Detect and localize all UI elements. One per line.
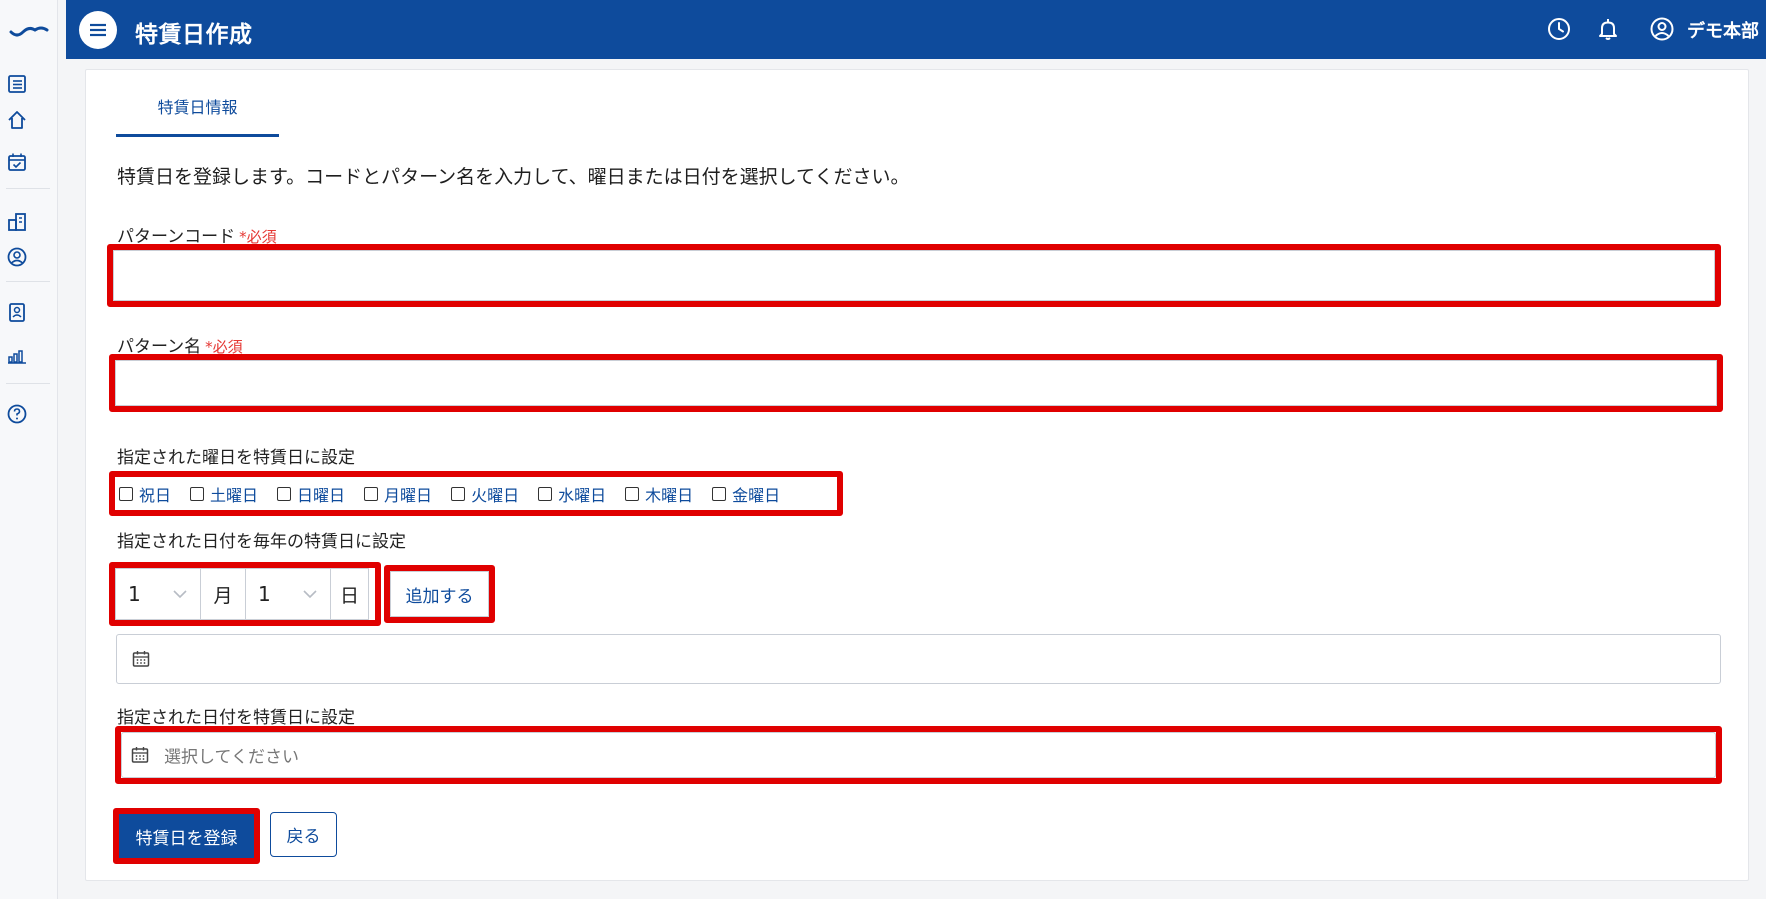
bar-chart-icon[interactable] — [5, 343, 29, 367]
day-select[interactable]: 1 — [245, 568, 331, 620]
checkbox-box[interactable] — [190, 486, 205, 501]
register-button[interactable]: 特賃日を登録 — [119, 814, 254, 858]
building-icon[interactable] — [5, 210, 29, 234]
month-unit: 月 — [201, 568, 245, 620]
added-dates-field[interactable] — [116, 634, 1721, 684]
badge-icon[interactable] — [5, 300, 29, 324]
add-date-button[interactable]: 追加する — [390, 571, 489, 617]
bell-icon[interactable] — [1595, 16, 1621, 42]
list-icon[interactable] — [5, 72, 29, 96]
checkbox-box[interactable] — [451, 486, 466, 501]
checkbox-box[interactable] — [625, 486, 640, 501]
checkbox-box[interactable] — [119, 486, 133, 501]
chevron-down-icon — [303, 590, 317, 599]
chevron-down-icon — [173, 590, 187, 599]
annual-date-group: 1 月 1 日 — [115, 568, 375, 620]
menu-button[interactable] — [79, 11, 117, 49]
specific-date-highlight: 選択してください — [115, 726, 1722, 784]
annual-date-highlight: 1 月 1 日 — [109, 562, 381, 626]
pattern-name-input[interactable] — [115, 360, 1717, 406]
checkbox-friday[interactable]: 金曜日 — [712, 482, 780, 506]
calendar-icon — [131, 747, 149, 763]
specific-date-input[interactable]: 選択してください — [121, 732, 1716, 778]
menu-icon — [90, 23, 106, 37]
pattern-code-input[interactable] — [113, 250, 1715, 301]
annual-date-label: 指定された日付を毎年の特賃日に設定 — [117, 532, 406, 552]
checkbox-holiday[interactable]: 祝日 — [119, 482, 171, 506]
checkbox-monday[interactable]: 月曜日 — [364, 482, 432, 506]
checkbox-tuesday[interactable]: 火曜日 — [451, 482, 519, 506]
page-title: 特賃日作成 — [135, 22, 253, 48]
checkbox-wednesday[interactable]: 水曜日 — [538, 482, 606, 506]
account-icon[interactable] — [5, 245, 29, 269]
date-placeholder: 選択してください — [164, 747, 299, 768]
checkbox-box[interactable] — [277, 486, 292, 501]
pattern-name-highlight — [109, 354, 1723, 412]
weekdays-label: 指定された曜日を特賃日に設定 — [117, 448, 355, 468]
submit-highlight: 特賃日を登録 — [113, 808, 260, 864]
home-icon[interactable] — [5, 108, 29, 132]
form-card: 特賃日情報 特賃日を登録します。コードとパターン名を入力して、曜日または日付を選… — [85, 69, 1749, 881]
calendar-icon — [132, 651, 150, 667]
help-icon[interactable] — [5, 402, 29, 426]
brand-logo[interactable] — [9, 18, 49, 42]
app-header: 特賃日作成 デモ本部 — [66, 0, 1766, 59]
user-name[interactable]: デモ本部 — [1687, 17, 1759, 43]
checkbox-saturday[interactable]: 土曜日 — [190, 482, 258, 506]
month-select[interactable]: 1 — [115, 568, 201, 620]
user-icon[interactable] — [1649, 16, 1675, 42]
weekday-checkbox-group: 祝日 土曜日 日曜日 月曜日 火曜日 水曜日 木曜日 金曜日 — [115, 477, 837, 510]
tab-special-rate-info[interactable]: 特賃日情報 — [116, 96, 279, 137]
weekdays-highlight: 祝日 土曜日 日曜日 月曜日 火曜日 水曜日 木曜日 金曜日 — [109, 471, 843, 516]
checkbox-sunday[interactable]: 日曜日 — [277, 482, 345, 506]
add-button-highlight: 追加する — [384, 565, 495, 623]
checkbox-box[interactable] — [538, 486, 553, 501]
specific-date-label: 指定された日付を特賃日に設定 — [117, 708, 355, 728]
day-unit: 日 — [331, 568, 369, 620]
pattern-code-highlight — [107, 244, 1721, 307]
history-icon[interactable] — [1546, 16, 1572, 42]
sidebar — [0, 0, 58, 899]
checkbox-box[interactable] — [364, 486, 379, 501]
calendar-check-icon[interactable] — [5, 150, 29, 174]
checkbox-thursday[interactable]: 木曜日 — [625, 482, 693, 506]
form-description: 特賃日を登録します。コードとパターン名を入力して、曜日または日付を選択してくださ… — [117, 166, 910, 188]
checkbox-box[interactable] — [712, 486, 727, 501]
back-button[interactable]: 戻る — [270, 812, 337, 857]
